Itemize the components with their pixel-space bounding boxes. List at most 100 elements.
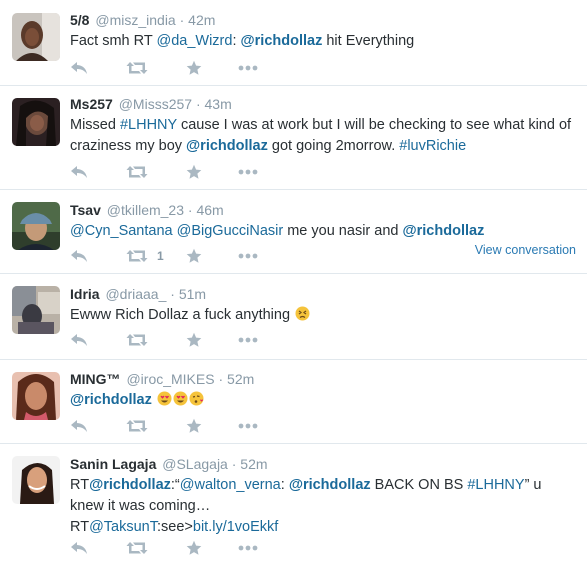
separator-dot: · [195,96,201,112]
avatar[interactable] [12,98,60,146]
mention-link[interactable]: @richdollaz [89,477,171,493]
mention-link[interactable]: @richdollaz [241,33,323,49]
mention-link[interactable]: @walton_verna [180,477,281,493]
display-name[interactable]: MING™ [70,371,121,387]
retweet-button[interactable] [126,538,148,558]
reply-button[interactable] [70,246,88,266]
favorite-star-icon [186,164,202,180]
favorite-button[interactable] [186,58,202,78]
hashtag-link[interactable]: #LHHNY [120,117,177,133]
favorite-button[interactable] [186,330,202,350]
display-name[interactable]: Ms257 [70,96,113,112]
retweet-icon [126,333,148,347]
retweet-button[interactable] [126,162,148,182]
tweet-3[interactable]: Tsav @tkillem_23 · 46m @Cyn_Santana @Big… [0,190,587,274]
more-button[interactable] [238,538,258,558]
separator-dot: · [187,202,193,218]
text-segment: :see> [157,519,193,535]
more-button[interactable] [238,246,258,266]
hashtag-link[interactable]: #LHHNY [467,477,524,493]
text-segment: RT [70,477,90,493]
avatar[interactable] [12,13,60,61]
display-name[interactable]: Tsav [70,202,101,218]
favorite-button[interactable] [186,162,202,182]
retweet-icon [126,249,148,263]
reply-button[interactable] [70,58,88,78]
text-segment [152,392,156,408]
mention-link[interactable]: @richdollaz [186,138,268,154]
username[interactable]: @SLagaja [162,456,228,472]
mention-link[interactable]: @richdollaz [289,477,371,493]
more-button[interactable] [238,162,258,182]
username[interactable]: @tkillem_23 [107,202,184,218]
text-segment: :“ [170,477,180,493]
favorite-star-icon [186,540,202,556]
tweet-text: Ewww Rich Dollaz a fuck anything [70,305,579,326]
tweet-5[interactable]: MING™ @iroc_MIKES · 52m @richdollaz [0,360,587,444]
mention-link[interactable]: @da_Wizrd [156,33,232,49]
mention-link[interactable]: @Cyn_Santana [70,223,173,239]
timestamp[interactable]: 51m [179,286,206,302]
timestamp[interactable]: 52m [240,456,267,472]
separator-dot: · [218,371,224,387]
timeline: 5/8 @misz_india · 42m Fact smh RT @da_Wi… [0,0,587,572]
heart-eyes-emoji-icon [173,391,188,406]
timestamp[interactable]: 42m [188,12,215,28]
mention-link[interactable]: bit.ly/1voEkkf [193,519,278,535]
tweet-6[interactable]: Sanin Lagaja @SLagaja · 52m RT@richdolla… [0,444,587,572]
favorite-button[interactable] [186,538,202,558]
more-options-icon [238,253,258,259]
timestamp[interactable]: 43m [205,96,232,112]
avatar[interactable] [12,286,60,334]
retweet-button[interactable] [126,58,148,78]
mention-link[interactable]: @BigGucciNasir [177,223,284,239]
tweet-2[interactable]: Ms257 @Misss257 · 43m Missed #LHHNY caus… [0,86,587,190]
more-button[interactable] [238,416,258,436]
tweet-header: Tsav @tkillem_23 · 46m [70,201,579,219]
reply-button[interactable] [70,416,88,436]
username[interactable]: @Misss257 [119,96,192,112]
persevering-face-emoji-icon [295,306,310,321]
text-segment: Fact smh RT [70,33,157,49]
avatar[interactable] [12,372,60,420]
hashtag-link[interactable]: #luvRichie [399,138,466,154]
more-options-icon [238,337,258,343]
display-name[interactable]: Idria [70,286,100,302]
timestamp[interactable]: 52m [227,371,254,387]
mention-link[interactable]: @TaksunT [89,519,157,535]
favorite-button[interactable] [186,416,202,436]
reply-icon [70,165,88,179]
tweet-1[interactable]: 5/8 @misz_india · 42m Fact smh RT @da_Wi… [0,0,587,86]
avatar[interactable] [12,202,60,250]
mention-link[interactable]: @richdollaz [403,223,485,239]
reply-button[interactable] [70,162,88,182]
retweet-button[interactable]: 1 [126,246,164,266]
retweet-icon [126,165,148,179]
retweet-button[interactable] [126,416,148,436]
retweet-button[interactable] [126,330,148,350]
display-name[interactable]: Sanin Lagaja [70,456,156,472]
username[interactable]: @driaaa_ [105,286,166,302]
favorite-star-icon [186,418,202,434]
more-button[interactable] [238,330,258,350]
retweet-icon [126,419,148,433]
mention-link[interactable]: @richdollaz [70,392,152,408]
view-conversation-link[interactable]: View conversation [475,243,576,257]
display-name[interactable]: 5/8 [70,12,89,28]
more-options-icon [238,65,258,71]
tweet-text: @richdollaz [70,390,579,411]
reply-button[interactable] [70,330,88,350]
tweet-text: RT@richdollaz:“@walton_verna: @richdolla… [70,475,579,538]
kissing-heart-emoji-icon [189,391,204,406]
favorite-star-icon [186,248,202,264]
reply-button[interactable] [70,538,88,558]
username[interactable]: @iroc_MIKES [126,371,214,387]
more-button[interactable] [238,58,258,78]
tweet-header: Sanin Lagaja @SLagaja · 52m [70,455,579,473]
tweet-4[interactable]: Idria @driaaa_ · 51m Ewww Rich Dollaz a … [0,274,587,360]
timestamp[interactable]: 46m [196,202,223,218]
text-segment: : [280,477,289,493]
favorite-button[interactable] [186,246,202,266]
username[interactable]: @misz_india [95,12,175,28]
avatar[interactable] [12,456,60,504]
